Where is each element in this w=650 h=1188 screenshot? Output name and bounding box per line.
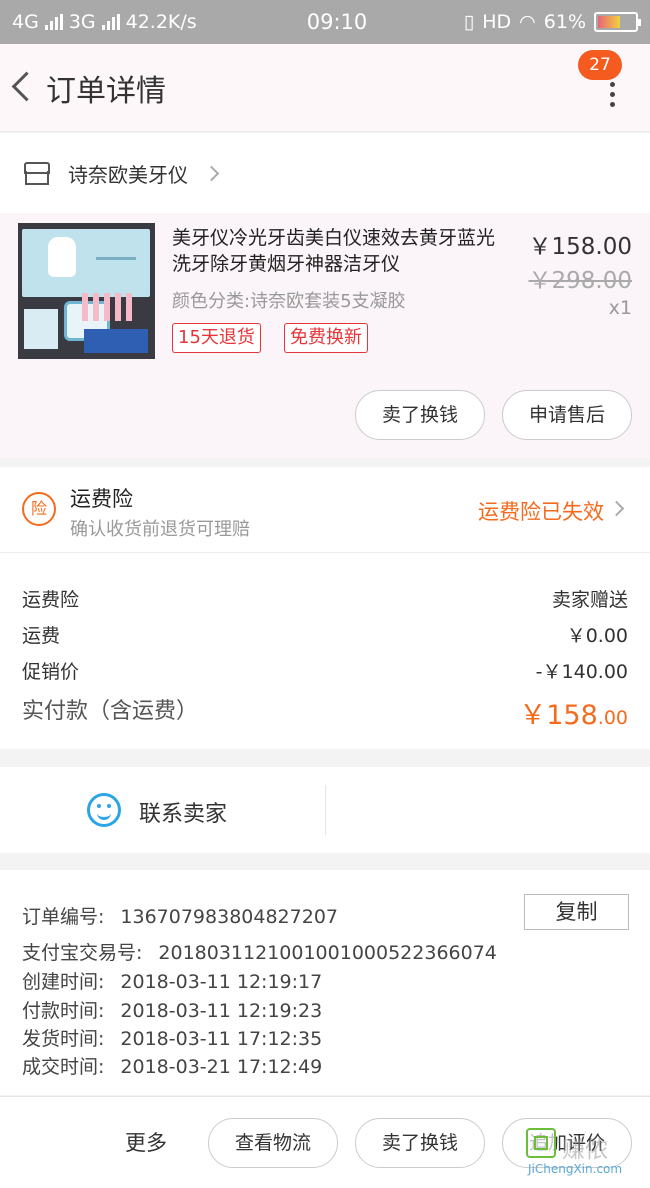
alipay-number: 2018031121001001000522366074 (158, 942, 497, 964)
nav-bar: 订单详情 27 (0, 44, 650, 132)
vibrate-icon: ▯ (463, 11, 475, 33)
created-row: 创建时间: 2018-03-11 12:19:17 (22, 967, 322, 994)
sell-again-button[interactable]: 卖了换钱 (355, 1118, 485, 1168)
alipay-label: 支付宝交易号: (22, 942, 143, 964)
product-image[interactable] (18, 223, 155, 359)
sell-button[interactable]: 卖了换钱 (355, 390, 485, 440)
return-tag: 15天退货 (172, 323, 261, 353)
insurance-icon: 险 (22, 492, 56, 526)
fee-row-insurance: 运费险 卖家赠送 (22, 585, 628, 612)
product-title: 美牙仪冷光牙齿美白仪速效去黄牙蓝光洗牙除牙黄烟牙神器洁牙仪 (172, 227, 496, 275)
hd-label: HD (482, 11, 512, 33)
total-decimal: .00 (597, 707, 628, 729)
wifi-icon: ◠ (519, 11, 536, 33)
signal-icon-2 (101, 14, 120, 30)
watermark-text: 赚侬 (562, 1137, 608, 1163)
watermark: 赚侬 JiChengXin.com (526, 1128, 644, 1180)
total-row: 实付款（含运费） ￥158.00 (22, 693, 628, 732)
product-quantity: x1 (608, 297, 632, 319)
divider (325, 785, 326, 835)
shop-icon (22, 160, 50, 186)
product-price: ￥158.00 (528, 234, 632, 260)
network-3g-label: 3G (68, 11, 96, 33)
total-amount: ￥158.00 (519, 693, 628, 732)
order-number: 136707983804827207 (120, 906, 338, 928)
alipay-row: 支付宝交易号: 2018031121001001000522366074 (22, 938, 497, 965)
more-button[interactable]: 更多 (125, 1127, 167, 1157)
fee-label: 促销价 (22, 661, 80, 683)
bottom-action-bar: 更多 查看物流 卖了换钱 追加评价 赚侬 JiChengXin.com (0, 1096, 650, 1188)
fee-label: 运费 (22, 625, 61, 647)
status-time: 09:10 (306, 10, 368, 34)
battery-fill (598, 16, 620, 28)
shop-row[interactable]: 诗奈欧美牙仪 (0, 133, 650, 213)
shipped-label: 发货时间: (22, 1028, 105, 1050)
insurance-subtitle: 确认收货前退货可理赔 (70, 519, 250, 540)
exchange-tag: 免费换新 (284, 323, 368, 353)
original-price: ￥298.00 (528, 268, 632, 294)
fee-value: 卖家赠送 (551, 589, 628, 611)
status-bar: 4G 3G 42.2K/s 09:10 ▯ HD ◠ 61% (0, 0, 650, 44)
signal-icon (44, 14, 63, 30)
watermark-url: JiChengXin.com (528, 1162, 623, 1176)
shipped-row: 发货时间: 2018-03-11 17:12:35 (22, 1024, 322, 1051)
after-sales-button[interactable]: 申请售后 (502, 390, 632, 440)
order-info: 订单编号: 136707983804827207 复制 支付宝交易号: 201803… (0, 870, 650, 1095)
shipping-insurance-row[interactable]: 险 运费险 确认收货前退货可理赔 运费险已失效 (0, 467, 650, 553)
fee-summary: 运费险 卖家赠送 运费 ￥0.00 促销价 -￥140.00 实付款（含运费） … (0, 553, 650, 749)
fee-row-promotion: 促销价 -￥140.00 (22, 657, 628, 684)
copy-button[interactable]: 复制 (524, 894, 629, 930)
product-spec: 颜色分类:诗奈欧套装5支凝胶 (172, 291, 406, 312)
contact-seller-button[interactable]: 联系卖家 (139, 796, 227, 828)
battery-percent: 61% (543, 11, 586, 33)
created-time: 2018-03-11 12:19:17 (120, 971, 323, 993)
contact-section: 联系卖家 (0, 767, 650, 853)
view-logistics-button[interactable]: 查看物流 (208, 1118, 338, 1168)
page-title: 订单详情 (46, 73, 166, 109)
status-left: 4G 3G 42.2K/s (12, 11, 262, 33)
network-4g-label: 4G (12, 11, 39, 33)
created-label: 创建时间: (22, 971, 105, 993)
order-number-label: 订单编号: (22, 906, 105, 928)
paid-label: 付款时间: (22, 1000, 105, 1022)
battery-icon (594, 12, 641, 32)
total-main: ￥158 (519, 700, 598, 731)
status-right: ▯ HD ◠ 61% (412, 11, 641, 33)
network-speed: 42.2K/s (125, 11, 197, 33)
insurance-title: 运费险 (70, 487, 133, 511)
done-label: 成交时间: (22, 1056, 105, 1078)
fee-row-shipping: 运费 ￥0.00 (22, 621, 628, 648)
paid-time: 2018-03-11 12:19:23 (120, 1000, 323, 1022)
chevron-right-icon (608, 500, 625, 517)
chevron-right-icon (203, 165, 220, 181)
smile-icon (87, 793, 121, 827)
shipped-time: 2018-03-11 17:12:35 (120, 1028, 323, 1050)
fee-label: 运费险 (22, 589, 80, 611)
watermark-logo-icon (526, 1128, 556, 1158)
more-menu-button[interactable]: 27 (578, 44, 634, 132)
insurance-status: 运费险已失效 (478, 500, 604, 524)
more-dots-icon (610, 82, 615, 107)
done-time: 2018-03-21 17:12:49 (120, 1056, 323, 1078)
shop-name: 诗奈欧美牙仪 (68, 162, 188, 187)
total-label: 实付款（含运费） (22, 699, 199, 724)
fee-value: -￥140.00 (535, 661, 628, 683)
order-number-row: 订单编号: 136707983804827207 (22, 902, 338, 929)
done-row: 成交时间: 2018-03-21 17:12:49 (22, 1052, 322, 1079)
fee-value: ￥0.00 (566, 625, 628, 647)
product-card[interactable]: 美牙仪冷光牙齿美白仪速效去黄牙蓝光洗牙除牙黄烟牙神器洁牙仪 颜色分类:诗奈欧套装… (0, 213, 650, 458)
back-icon[interactable] (2, 44, 42, 132)
paid-row: 付款时间: 2018-03-11 12:19:23 (22, 996, 322, 1023)
notification-badge: 27 (578, 50, 622, 80)
